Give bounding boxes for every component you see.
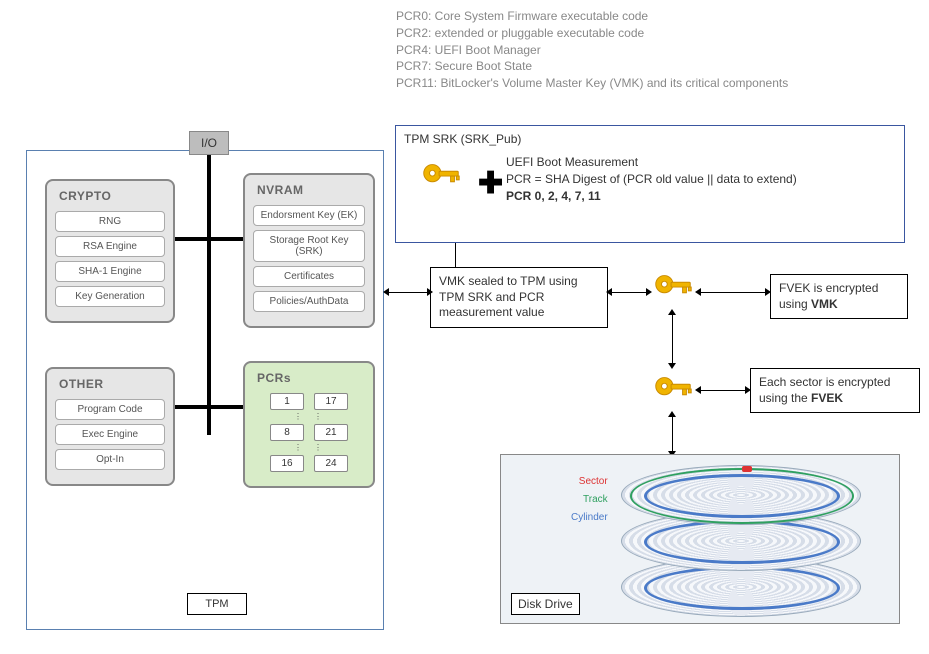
pcrs-module: PCRs 1 17 ⋮ ⋮ 8 21 ⋮ ⋮ 16 24 — [243, 361, 375, 488]
pcr-list-used: PCR 0, 2, 4, 7, 11 — [506, 188, 797, 205]
other-module: OTHER Program Code Exec Engine Opt-In — [45, 367, 175, 486]
dots-icon: ⋮ — [314, 445, 324, 451]
plus-icon: ✚ — [478, 166, 503, 201]
platter — [621, 465, 861, 525]
pcr0-desc: PCR0: Core System Firmware executable co… — [396, 8, 788, 25]
dots-icon: ⋮ — [314, 414, 324, 420]
pcr-description-list: PCR0: Core System Firmware executable co… — [396, 8, 788, 92]
vmk-sealed-box: VMK sealed to TPM using TPM SRK and PCR … — [430, 267, 608, 328]
arrow-key-fvekbox — [700, 292, 766, 293]
other-item: Exec Engine — [55, 424, 165, 445]
nvram-item: Policies/AuthData — [253, 291, 365, 312]
arrow-fvek-disk — [672, 416, 673, 452]
fvek-bold: VMK — [811, 297, 838, 311]
key-icon — [418, 154, 460, 196]
dots-icon: ⋮ — [294, 414, 304, 420]
crypto-title: CRYPTO — [55, 187, 165, 207]
legend-sector: Sector — [571, 473, 608, 491]
platter-stack — [621, 465, 891, 615]
nvram-item: Certificates — [253, 266, 365, 287]
pcr4-desc: PCR4: UEFI Boot Manager — [396, 42, 788, 59]
legend-cylinder: Cylinder — [571, 509, 608, 527]
dots-icon: ⋮ — [294, 445, 304, 451]
sector-bold: FVEK — [811, 391, 843, 405]
key-icon — [650, 367, 696, 416]
fvek-encrypted-box: FVEK is encrypted using VMK — [770, 274, 908, 319]
disk-drive-label: Disk Drive — [511, 593, 580, 615]
sector-encrypted-box: Each sector is encrypted using the FVEK — [750, 368, 920, 413]
crypto-item: RSA Engine — [55, 236, 165, 257]
crypto-item: Key Generation — [55, 286, 165, 307]
nvram-item: Storage Root Key (SRK) — [253, 230, 365, 262]
connector-line — [455, 243, 456, 267]
crypto-item: SHA-1 Engine — [55, 261, 165, 282]
srk-title: TPM SRK (SRK_Pub) — [404, 132, 896, 146]
pcr-cell: 24 — [314, 455, 348, 472]
other-item: Program Code — [55, 399, 165, 420]
pcr7-desc: PCR7: Secure Boot State — [396, 58, 788, 75]
other-title: OTHER — [55, 375, 165, 395]
pcr-cell: 8 — [270, 424, 304, 441]
pcr-formula: PCR = SHA Digest of (PCR old value || da… — [506, 171, 797, 188]
pcr11-desc: PCR11: BitLocker's Volume Master Key (VM… — [396, 75, 788, 92]
nvram-module: NVRAM Endorsment Key (EK) Storage Root K… — [243, 173, 375, 328]
uefi-measurement: UEFI Boot Measurement PCR = SHA Digest o… — [506, 154, 797, 204]
crypto-item: RNG — [55, 211, 165, 232]
uefi-title: UEFI Boot Measurement — [506, 154, 797, 171]
tpm-block: I/O CRYPTO RNG RSA Engine SHA-1 Engine K… — [26, 150, 384, 630]
nvram-item: Endorsment Key (EK) — [253, 205, 365, 226]
other-item: Opt-In — [55, 449, 165, 470]
pcr-cell: 21 — [314, 424, 348, 441]
arrow-vmk-key — [611, 292, 647, 293]
nvram-title: NVRAM — [253, 181, 365, 201]
arrow-vmk-fvek — [672, 314, 673, 364]
sector-marker — [742, 466, 752, 472]
arrow-fvek-sectorbox — [700, 390, 746, 391]
cylinder-ring — [644, 474, 840, 518]
crypto-module: CRYPTO RNG RSA Engine SHA-1 Engine Key G… — [45, 179, 175, 323]
arrow-tpm-vmk — [388, 292, 428, 293]
disk-legend: Sector Track Cylinder — [571, 473, 608, 527]
bus-vertical — [207, 155, 211, 435]
srk-box: TPM SRK (SRK_Pub) ✚ UEFI Boot Measuremen… — [395, 125, 905, 243]
disk-drive-panel: Sector Track Cylinder Disk Drive — [500, 454, 900, 624]
io-box: I/O — [189, 131, 229, 155]
pcr-cell: 17 — [314, 393, 348, 410]
legend-track: Track — [571, 491, 608, 509]
key-icon — [650, 265, 696, 314]
pcrs-title: PCRs — [253, 369, 365, 389]
pcr-cell: 16 — [270, 455, 304, 472]
pcr2-desc: PCR2: extended or pluggable executable c… — [396, 25, 788, 42]
pcr-cell: 1 — [270, 393, 304, 410]
tpm-label: TPM — [187, 593, 247, 615]
